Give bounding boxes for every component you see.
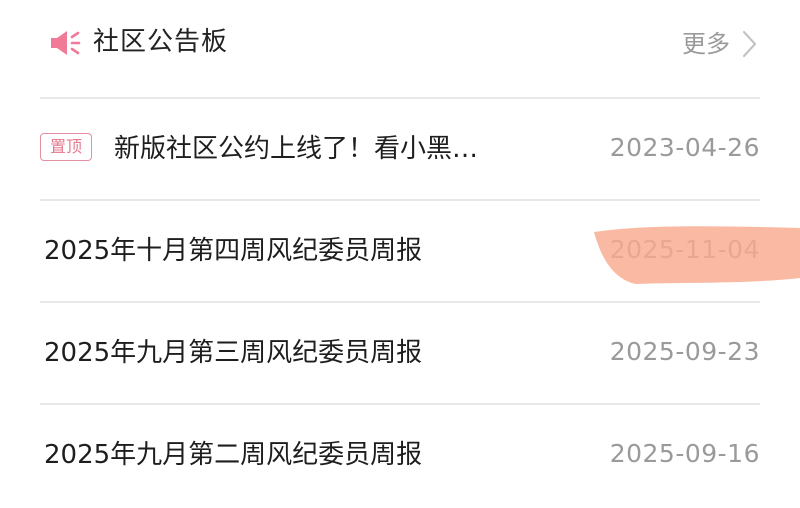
notice-title: 新版社区公约上线了！看小黑… xyxy=(114,134,479,164)
announcement-board: 社区公告板 更多 置顶 新版社区公约上线了！看小黑… 2023-04-26 20… xyxy=(40,0,760,508)
notice-title: 2025年十月第四周风纪委员周报 xyxy=(44,236,423,266)
chevron-right-icon xyxy=(742,30,757,58)
notice-item[interactable]: 2025年九月第三周风纪委员周报 2025-09-23 xyxy=(40,303,760,403)
notice-date: 2025-11-04 xyxy=(609,235,760,264)
board-header: 社区公告板 更多 xyxy=(40,0,760,98)
megaphone-icon xyxy=(51,31,81,55)
notice-item-pinned[interactable]: 置顶 新版社区公约上线了！看小黑… 2023-04-26 xyxy=(40,99,760,199)
notice-title: 2025年九月第三周风纪委员周报 xyxy=(44,338,423,368)
board-title: 社区公告板 xyxy=(93,27,229,57)
more-label: 更多 xyxy=(682,30,730,58)
notice-date: 2025-09-16 xyxy=(609,439,760,468)
notice-title: 2025年九月第二周风纪委员周报 xyxy=(44,440,423,470)
notice-date: 2025-09-23 xyxy=(609,337,760,366)
notice-item[interactable]: 2025年九月第二周风纪委员周报 2025-09-16 xyxy=(40,405,760,505)
notice-date: 2023-04-26 xyxy=(609,133,760,162)
notice-item[interactable]: 2025年十月第四周风纪委员周报 2025-11-04 xyxy=(40,201,760,301)
pinned-badge: 置顶 xyxy=(40,133,92,161)
more-link[interactable]: 更多 xyxy=(682,26,760,62)
